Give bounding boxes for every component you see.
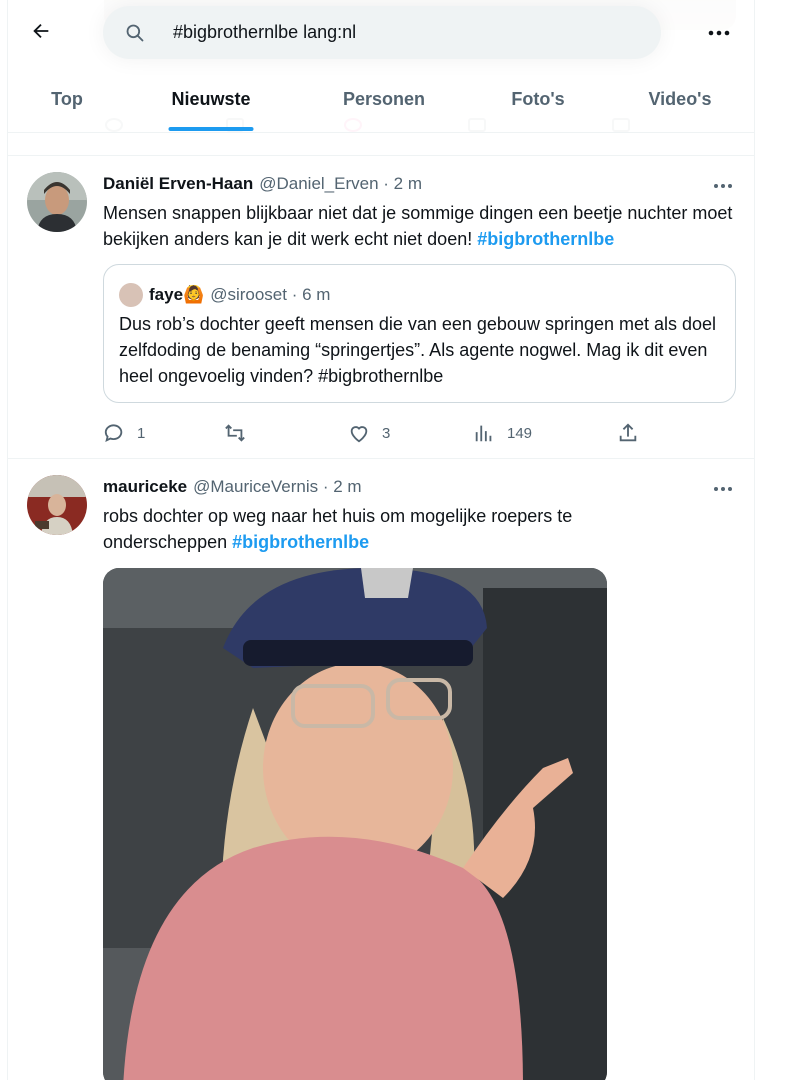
share-button[interactable] xyxy=(617,418,639,448)
tab-videos[interactable]: Video's xyxy=(604,66,754,133)
tweet-text: robs dochter op weg naar het huis om mog… xyxy=(103,503,623,555)
quoted-author-handle-time: @sirooset · 6 m xyxy=(210,285,331,304)
back-button[interactable] xyxy=(24,14,58,48)
avatar xyxy=(119,283,143,307)
more-icon xyxy=(714,184,732,188)
reply-icon xyxy=(104,424,123,443)
tweet-header: Daniël Erven-Haan @Daniel_Erven · 2 m xyxy=(103,174,422,194)
reply-count: 1 xyxy=(137,424,146,442)
search-tabs: Top Nieuwste Personen Foto's Video's xyxy=(8,66,754,133)
author-name[interactable]: Daniël Erven-Haan xyxy=(103,174,253,194)
tweet-header: mauriceke @MauriceVernis · 2 m xyxy=(103,477,362,497)
hashtag-link[interactable]: #bigbrothernlbe xyxy=(477,229,614,249)
back-arrow-icon xyxy=(33,23,49,39)
active-tab-indicator xyxy=(168,127,254,131)
tab-latest[interactable]: Nieuwste xyxy=(126,66,296,133)
tab-top[interactable]: Top xyxy=(8,66,126,133)
like-button[interactable]: 3 xyxy=(348,418,390,448)
search-bar[interactable] xyxy=(103,6,661,59)
tweet-body: Mensen snappen blijkbaar niet dat je som… xyxy=(103,203,733,249)
tab-label: Nieuwste xyxy=(171,89,251,109)
more-options-button[interactable] xyxy=(702,16,736,50)
tab-photos[interactable]: Foto's xyxy=(472,66,604,133)
like-icon xyxy=(350,426,368,443)
hashtag-link[interactable]: #bigbrothernlbe xyxy=(232,532,369,552)
share-icon xyxy=(619,423,637,442)
author-handle-time[interactable]: @MauriceVernis · 2 m xyxy=(193,477,361,497)
views-icon xyxy=(475,425,492,442)
tweet-actions: 1 3 149 xyxy=(103,418,743,448)
search-icon xyxy=(125,22,147,44)
tab-people[interactable]: Personen xyxy=(296,66,472,133)
views-button[interactable]: 149 xyxy=(473,418,532,448)
tab-label: Personen xyxy=(342,89,426,109)
author-name[interactable]: mauriceke xyxy=(103,477,187,497)
tweet-card[interactable]: Daniël Erven-Haan @Daniel_Erven · 2 m Me… xyxy=(8,155,754,458)
views-count: 149 xyxy=(507,424,533,442)
retweet-button[interactable] xyxy=(223,418,259,448)
retweet-icon xyxy=(225,424,245,442)
quoted-tweet-text: Dus rob’s dochter geeft mensen die van e… xyxy=(119,314,717,386)
tab-label: Foto's xyxy=(511,89,565,109)
tweet-text: Mensen snappen blijkbaar niet dat je som… xyxy=(103,200,743,252)
tab-label: Top xyxy=(51,89,83,109)
quoted-author-name: faye🙆 xyxy=(149,285,205,304)
quoted-tweet[interactable]: faye🙆 @sirooset · 6 m Dus rob’s dochter … xyxy=(103,264,736,403)
avatar[interactable] xyxy=(27,172,87,232)
like-count: 3 xyxy=(382,424,391,442)
more-icon xyxy=(708,30,730,36)
tweet-more-button[interactable] xyxy=(708,176,738,196)
tweet-card[interactable]: mauriceke @MauriceVernis · 2 m robs doch… xyxy=(8,458,754,1080)
author-handle-time[interactable]: @Daniel_Erven · 2 m xyxy=(259,174,422,194)
quoted-tweet-header: faye🙆 @sirooset · 6 m xyxy=(119,283,330,307)
reply-button[interactable]: 1 xyxy=(103,418,145,448)
timeline-column: Top Nieuwste Personen Foto's Video's Dan… xyxy=(7,0,755,1080)
search-input[interactable] xyxy=(173,22,613,43)
avatar[interactable] xyxy=(27,475,87,535)
tweet-more-button[interactable] xyxy=(708,479,738,499)
search-header: Top Nieuwste Personen Foto's Video's xyxy=(8,0,754,133)
more-icon xyxy=(714,487,732,491)
tab-label: Video's xyxy=(648,89,712,109)
tweet-photo[interactable] xyxy=(103,568,607,1080)
